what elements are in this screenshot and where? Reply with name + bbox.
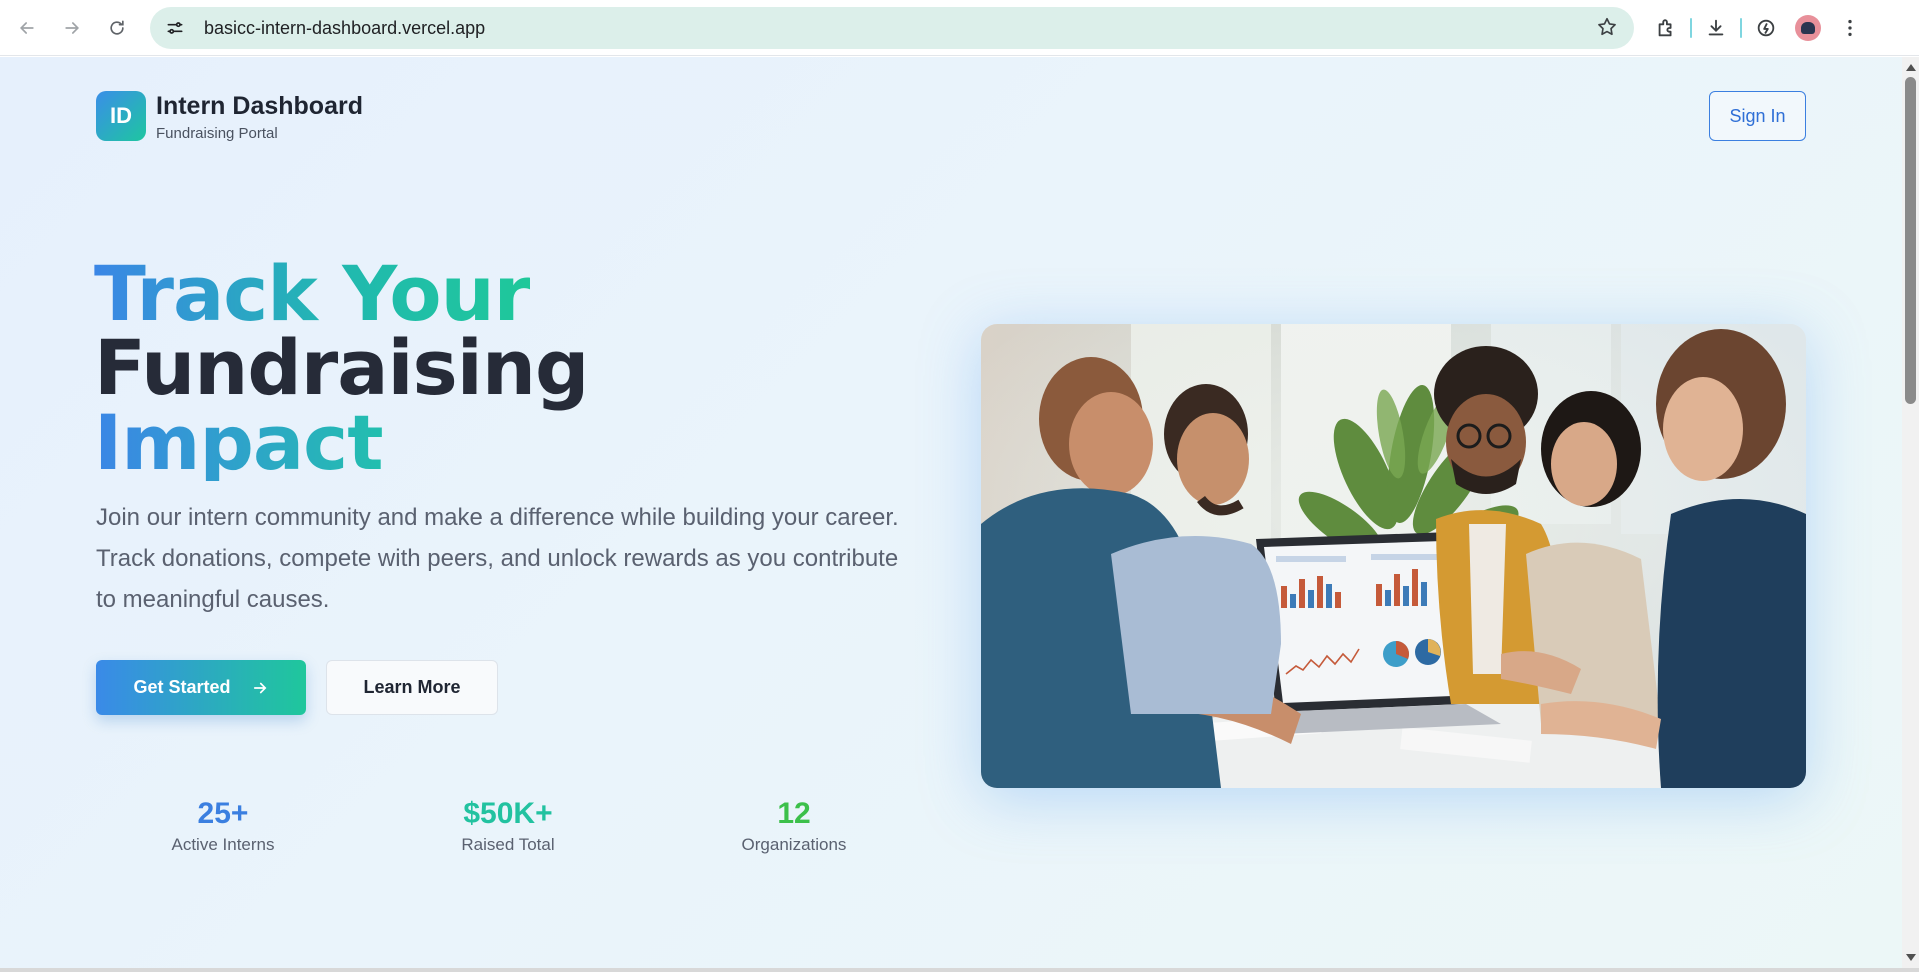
bookmark-star-icon[interactable] <box>1596 16 1618 43</box>
extensions-icon[interactable] <box>1648 10 1684 46</box>
reload-button[interactable] <box>99 10 135 46</box>
hero-headline-line1: Track Your <box>94 249 531 338</box>
stat-organizations: 12 Organizations <box>722 797 866 855</box>
arrow-right-icon <box>253 682 266 693</box>
scrollbar-thumb[interactable] <box>1905 77 1916 404</box>
stat-value: 25+ <box>197 797 249 830</box>
stat-label: Organizations <box>741 835 847 854</box>
back-button[interactable] <box>9 10 45 46</box>
scroll-down-arrow-icon[interactable] <box>1906 954 1916 961</box>
stat-active-interns: 25+ Active Interns <box>150 797 296 855</box>
arrow-left-icon <box>19 22 34 34</box>
stat-label: Raised Total <box>461 835 555 854</box>
sign-in-button[interactable]: Sign In <box>1709 91 1806 141</box>
site-settings-icon[interactable] <box>160 13 190 43</box>
stat-value: $50K+ <box>463 797 553 830</box>
scroll-up-arrow-icon[interactable] <box>1906 64 1916 71</box>
toolbar-divider <box>1740 18 1742 38</box>
forward-button[interactable] <box>54 10 90 46</box>
learn-more-button[interactable]: Learn More <box>326 660 498 715</box>
reload-icon <box>110 20 124 35</box>
stat-label: Active Interns <box>171 835 275 854</box>
stat-raised-total: $50K+ Raised Total <box>436 797 580 855</box>
page-scrollbar[interactable] <box>1902 57 1919 968</box>
performance-icon[interactable] <box>1748 10 1784 46</box>
stat-value: 12 <box>777 797 811 830</box>
menu-kebab-icon[interactable] <box>1832 10 1868 46</box>
url-text: basicc-intern-dashboard.vercel.app <box>204 17 486 38</box>
landing-page: ID Intern Dashboard Fundraising Portal S… <box>0 57 1902 968</box>
get-started-button[interactable]: Get Started <box>96 660 306 715</box>
logo-badge[interactable]: ID <box>96 91 146 141</box>
brand-title: Intern Dashboard <box>156 92 363 120</box>
window-bottom-edge <box>0 968 1919 972</box>
profile-avatar[interactable] <box>1790 10 1826 46</box>
brand-subtitle: Fundraising Portal <box>156 125 278 142</box>
hero-headline-line2: Fundraising <box>94 323 589 412</box>
hero-team-photo <box>981 324 1806 788</box>
hero-headline-line3: Impact <box>94 398 384 487</box>
toolbar-divider <box>1690 18 1692 38</box>
browser-toolbar: basicc-intern-dashboard.vercel.app <box>0 0 1919 56</box>
download-icon[interactable] <box>1698 10 1734 46</box>
hero-description: Join our intern community and make a dif… <box>96 504 899 613</box>
arrow-right-icon <box>65 22 80 34</box>
address-bar[interactable]: basicc-intern-dashboard.vercel.app <box>150 7 1634 49</box>
get-started-label: Get Started <box>133 677 231 697</box>
